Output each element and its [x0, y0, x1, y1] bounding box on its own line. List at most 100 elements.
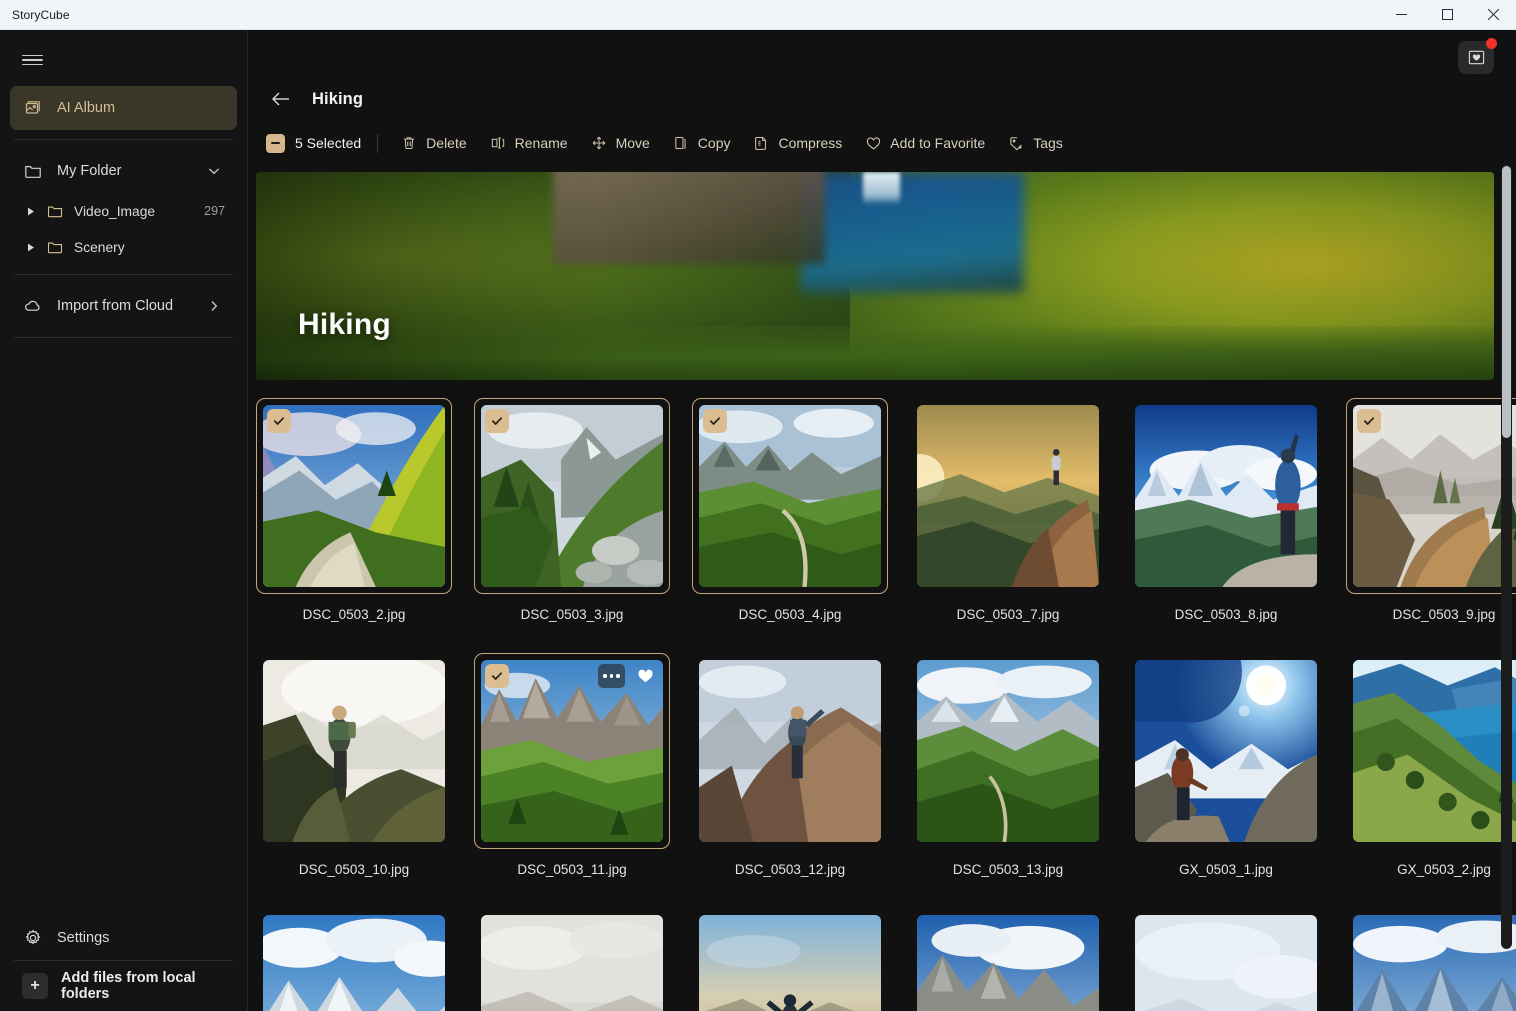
window-title: StoryCube: [0, 8, 70, 22]
sidebar-item-settings[interactable]: Settings: [10, 916, 237, 960]
copy-button[interactable]: Copy: [661, 127, 742, 159]
gallery-item: [1346, 908, 1516, 1011]
window-controls: [1378, 0, 1516, 30]
minimize-button[interactable]: [1378, 0, 1424, 30]
photo-checkbox-checked-icon[interactable]: [1357, 409, 1381, 433]
sidebar-subitem-count: 297: [204, 204, 225, 218]
photo-card[interactable]: [474, 653, 670, 849]
photo-thumbnail[interactable]: [263, 915, 445, 1011]
photo-card[interactable]: [910, 908, 1106, 1011]
photo-thumbnail[interactable]: [917, 915, 1099, 1011]
photo-thumbnail[interactable]: [699, 405, 881, 587]
gallery-item: DSC_0503_7.jpg: [910, 398, 1106, 653]
sidebar-subitem-scenery[interactable]: Scenery: [10, 229, 237, 265]
more-options-icon[interactable]: [598, 664, 625, 688]
photo-card[interactable]: [1346, 653, 1516, 849]
photo-filename: DSC_0503_3.jpg: [521, 607, 624, 622]
photo-card[interactable]: [1128, 398, 1324, 594]
sidebar-subitem-video-image[interactable]: Video_Image 297: [10, 193, 237, 229]
hamburger-menu-button[interactable]: [10, 38, 54, 82]
selection-count-checkbox[interactable]: 5 Selected: [266, 134, 375, 153]
photo-thumbnail[interactable]: [1135, 405, 1317, 587]
photo-card[interactable]: [692, 908, 888, 1011]
photo-card[interactable]: [256, 653, 452, 849]
photo-filename: DSC_0503_9.jpg: [1393, 607, 1496, 622]
album-hero-banner: Hiking: [256, 172, 1494, 380]
photo-card[interactable]: [1128, 908, 1324, 1011]
photo-thumbnail[interactable]: [1353, 660, 1516, 842]
rename-icon: [489, 134, 507, 152]
photo-filename: DSC_0503_11.jpg: [517, 862, 626, 877]
gallery-item: DSC_0503_12.jpg: [692, 653, 888, 908]
chevron-down-icon[interactable]: [203, 160, 225, 182]
gallery-item: GX_0503_2.jpg: [1346, 653, 1516, 908]
photo-card[interactable]: [910, 653, 1106, 849]
photo-card[interactable]: [692, 398, 888, 594]
maximize-button[interactable]: [1424, 0, 1470, 30]
photo-card[interactable]: [1346, 398, 1516, 594]
tags-button[interactable]: Tags: [996, 127, 1074, 159]
photo-thumbnail[interactable]: [1353, 915, 1516, 1011]
photo-thumbnail[interactable]: [263, 660, 445, 842]
photo-card[interactable]: [1128, 653, 1324, 849]
gallery-item: DSC_0503_8.jpg: [1128, 398, 1324, 653]
sidebar-item-ai-album[interactable]: AI Album: [10, 86, 237, 130]
photo-thumbnail[interactable]: [917, 405, 1099, 587]
gallery-item: [256, 908, 452, 1011]
photo-filename: DSC_0503_12.jpg: [735, 862, 845, 877]
photo-thumbnail[interactable]: [1135, 660, 1317, 842]
delete-button[interactable]: Delete: [389, 127, 477, 159]
photo-thumbnail[interactable]: [917, 660, 1099, 842]
sidebar-item-my-folder[interactable]: My Folder: [10, 149, 237, 193]
vertical-scrollbar[interactable]: [1501, 164, 1512, 949]
sidebar-item-label: Settings: [57, 930, 225, 946]
add-to-favorite-button[interactable]: Add to Favorite: [853, 127, 996, 159]
photo-thumbnail[interactable]: [263, 405, 445, 587]
photo-card[interactable]: [1346, 908, 1516, 1011]
photo-checkbox-checked-icon[interactable]: [485, 409, 509, 433]
close-button[interactable]: [1470, 0, 1516, 30]
sidebar: AI Album My Folder: [0, 30, 248, 1011]
photo-thumbnail[interactable]: [1135, 915, 1317, 1011]
photo-filename: DSC_0503_2.jpg: [303, 607, 406, 622]
photo-checkbox-checked-icon[interactable]: [703, 409, 727, 433]
compress-button[interactable]: Compress: [741, 127, 853, 159]
photo-checkbox-checked-icon[interactable]: [267, 409, 291, 433]
caret-right-icon[interactable]: [26, 207, 36, 216]
rename-button[interactable]: Rename: [478, 127, 579, 159]
sidebar-divider-2: [14, 274, 233, 275]
move-button[interactable]: Move: [579, 127, 661, 159]
cloud-icon: [22, 295, 44, 317]
sidebar-folder-nav: My Folder Video_Image 297: [0, 149, 247, 265]
chevron-right-icon[interactable]: [203, 295, 225, 317]
gallery-item: [910, 908, 1106, 1011]
caret-right-icon[interactable]: [26, 243, 36, 252]
folder-icon: [45, 201, 65, 221]
photo-thumbnail[interactable]: [481, 405, 663, 587]
photo-filename: GX_0503_1.jpg: [1179, 862, 1273, 877]
sidebar-item-label: My Folder: [57, 163, 190, 179]
photo-card[interactable]: [474, 908, 670, 1011]
photo-favorite-icon-button[interactable]: [1458, 41, 1494, 74]
gallery-scroll-area[interactable]: Hiking DSC_0503_2.jpg DSC_0503_3.jpg: [248, 164, 1516, 1011]
photo-card[interactable]: [474, 398, 670, 594]
photo-thumbnail[interactable]: [699, 660, 881, 842]
photo-card[interactable]: [910, 398, 1106, 594]
scrollbar-thumb[interactable]: [1502, 166, 1511, 438]
back-button[interactable]: [266, 84, 296, 114]
toolbar-label: Move: [616, 135, 650, 151]
toolbar-label: Tags: [1033, 135, 1063, 151]
sidebar-item-import-from-cloud[interactable]: Import from Cloud: [10, 284, 237, 328]
photo-checkbox-checked-icon[interactable]: [485, 664, 509, 688]
add-files-button[interactable]: + Add files from local folders: [10, 961, 237, 1011]
gallery-item: DSC_0503_13.jpg: [910, 653, 1106, 908]
heart-filled-icon[interactable]: [632, 664, 659, 688]
photo-card[interactable]: [256, 398, 452, 594]
photo-thumbnail[interactable]: [481, 915, 663, 1011]
photo-thumbnail[interactable]: [699, 915, 881, 1011]
folder-icon: [22, 160, 44, 182]
photo-filename: DSC_0503_8.jpg: [1175, 607, 1278, 622]
photo-card[interactable]: [256, 908, 452, 1011]
photo-filename: DSC_0503_13.jpg: [953, 862, 1063, 877]
photo-card[interactable]: [692, 653, 888, 849]
